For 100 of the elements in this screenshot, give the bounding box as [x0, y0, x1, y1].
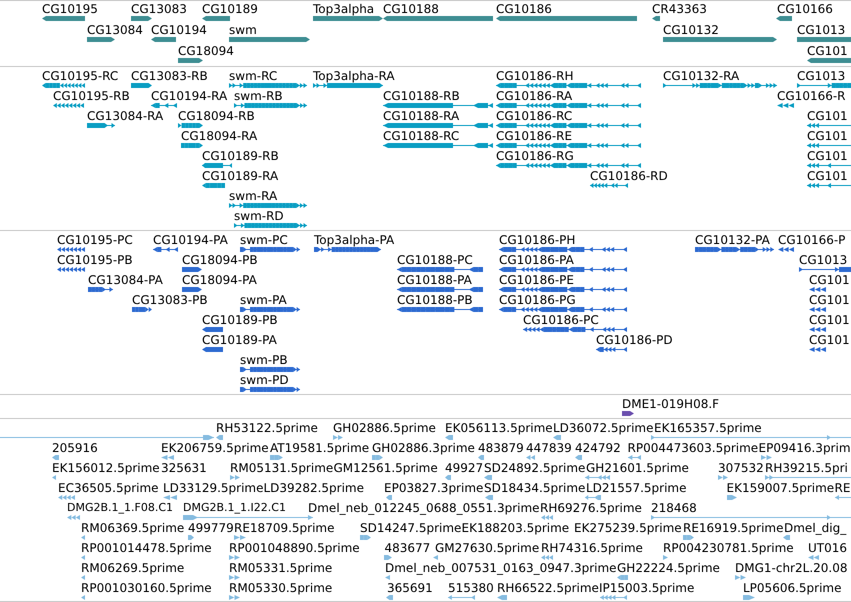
feature-label: swm-PC: [240, 232, 288, 246]
feature-label: EK206759.5prime: [161, 440, 269, 454]
feature-label: swm-PB: [240, 352, 288, 366]
feature-label: EK156012.5prime: [52, 460, 160, 474]
feature-label: Dmel_dig_: [784, 520, 846, 534]
feature-label: CG10194: [151, 22, 207, 36]
feature-label: CG101: [807, 148, 848, 162]
feature-label: 205916: [52, 440, 98, 454]
feature-label: 49927: [445, 460, 484, 474]
feature-label: EK188203.5prime: [462, 520, 570, 534]
feature-label: DMG2B.1_1.I22.C1: [183, 501, 286, 515]
feature-label: CG10186-PE: [499, 272, 574, 286]
feature-label: SD18434.5prime: [484, 480, 586, 494]
feature-label: CG10186-RH: [496, 68, 574, 82]
feature-label: 365691: [387, 580, 433, 594]
feature-label: DMG1-chr2L.20.08: [735, 560, 848, 574]
feature-label: DMG2B.1_1.F08.C1: [67, 501, 174, 515]
feature-label: AT19581.5prime: [270, 440, 370, 454]
feature-label: RP001014478.5prime: [81, 540, 212, 554]
feature-label: UT016: [808, 540, 848, 554]
feature-label: CG1013: [799, 252, 848, 266]
feature-label: Top3alpha-RA: [313, 68, 395, 82]
feature-label: CG101: [809, 312, 850, 326]
feature-label: Top3alpha: [313, 2, 374, 16]
feature-label: RP001048890.5prime: [229, 540, 360, 554]
feature-label: CG101: [807, 168, 848, 182]
feature-label: CG10186-RE: [496, 128, 572, 142]
feature-label: GH21601.5prime: [586, 460, 689, 474]
feature-label: RH53122.5prime: [216, 420, 318, 434]
feature-label: EK056113.5prime: [445, 420, 553, 434]
feature-label: 483677: [384, 540, 430, 554]
feature-label: CG18094-PB: [182, 252, 258, 266]
feature-label: CG13083: [131, 2, 187, 16]
feature-label: CG10186-PH: [499, 232, 576, 246]
feature-label: CG18094-PA: [182, 272, 257, 286]
feature-label: CG13084: [87, 22, 143, 36]
feature-label: CG10166-P: [778, 232, 846, 246]
feature-label: LD33129.5prime: [163, 480, 264, 494]
feature-label: CG10132-PA: [695, 232, 770, 246]
feature-label: Dmel_neb_012245_0688_0551.3prime: [308, 500, 540, 514]
feature-label: CG10186-RA: [496, 88, 572, 102]
feature-label: RE16919.5prime: [683, 520, 784, 534]
feature-label: swm: [229, 22, 257, 36]
feature-label: DME1-019H08.F: [622, 396, 720, 410]
feature-label: CG1013: [797, 22, 846, 36]
feature-label: GH22224.5prime: [617, 560, 720, 574]
feature-label: CG13084-PA: [88, 272, 163, 286]
feature-label: CG10166: [777, 2, 833, 16]
feature-label: RE: [834, 480, 850, 494]
feature-label: CG101: [807, 128, 848, 142]
feature-label: IP15003.5prime: [599, 580, 694, 594]
feature-label: 424792: [575, 440, 621, 454]
feature-label: swm-RD: [234, 208, 284, 222]
feature-label: Dmel_neb_007531_0163_0947.3prime: [385, 560, 617, 574]
feature-label: CG101: [807, 44, 848, 58]
feature-label: CG10195-RC: [42, 68, 118, 82]
feature-label: CG101: [809, 272, 850, 286]
feature-label: 325631: [161, 460, 207, 474]
feature-label: CG10189: [202, 2, 258, 16]
feature-label: GM27630.5prime: [435, 540, 540, 554]
feature-label: GH02886.3prime: [372, 440, 475, 454]
feature-label: CG18094-RB: [178, 108, 255, 122]
feature-label: CG101: [807, 108, 848, 122]
feature-label: RM05331.5prime: [229, 560, 332, 574]
feature-label: GH02886.5prime: [333, 420, 436, 434]
feature-label: RH39215.5pri: [765, 460, 848, 474]
feature-label: RE18709.5prime: [234, 520, 334, 534]
feature-label: CG10132: [663, 22, 719, 36]
feature-label: Top3alpha-PA: [314, 232, 394, 246]
feature-label: CG10186-RD: [590, 168, 668, 182]
feature-label: CG10188: [383, 2, 439, 16]
feature-label: EP09416.3prim: [758, 440, 851, 454]
feature-label: EP03827.3prime: [384, 480, 484, 494]
feature-label: LD39282.5prime: [264, 480, 364, 494]
feature-label: CG10195-PC: [57, 232, 133, 246]
feature-label: CG10189-PB: [202, 312, 278, 326]
feature-label: CG101: [809, 332, 850, 346]
feature-label: swm-PA: [240, 292, 287, 306]
feature-label: LD21557.5prime: [586, 480, 687, 494]
feature-label: EK165357.5prime: [654, 420, 762, 434]
feature-label: CG10188-PA: [397, 272, 472, 286]
feature-label: RP004230781.5prime: [663, 540, 794, 554]
feature-label: 447839: [526, 440, 572, 454]
feature-label: RH66522.5prime: [497, 580, 599, 594]
feature-label: RH74316.5prime: [541, 540, 643, 554]
feature-label: EC36505.5prime: [58, 480, 159, 494]
feature-label: CG10189-RB: [202, 148, 279, 162]
feature-label: RH69276.5prime: [540, 500, 642, 514]
feature-label: RM05330.5prime: [229, 580, 332, 594]
feature-label: CG10186-PG: [499, 292, 576, 306]
feature-label: RM06369.5prime: [81, 520, 184, 534]
feature-label: CG10186: [496, 2, 552, 16]
feature-label: CG10195-PB: [57, 252, 133, 266]
feature-label: CG13083-PB: [132, 292, 208, 306]
feature-label: CG10195-RB: [53, 88, 130, 102]
feature-label: SD24892.5prime: [484, 460, 586, 474]
feature-label: LD36072.5prime: [553, 420, 654, 434]
feature-label: CG10194-PA: [153, 232, 228, 246]
feature-label: CG10189-PA: [202, 332, 277, 346]
feature-label: CG10186-PD: [596, 332, 673, 346]
